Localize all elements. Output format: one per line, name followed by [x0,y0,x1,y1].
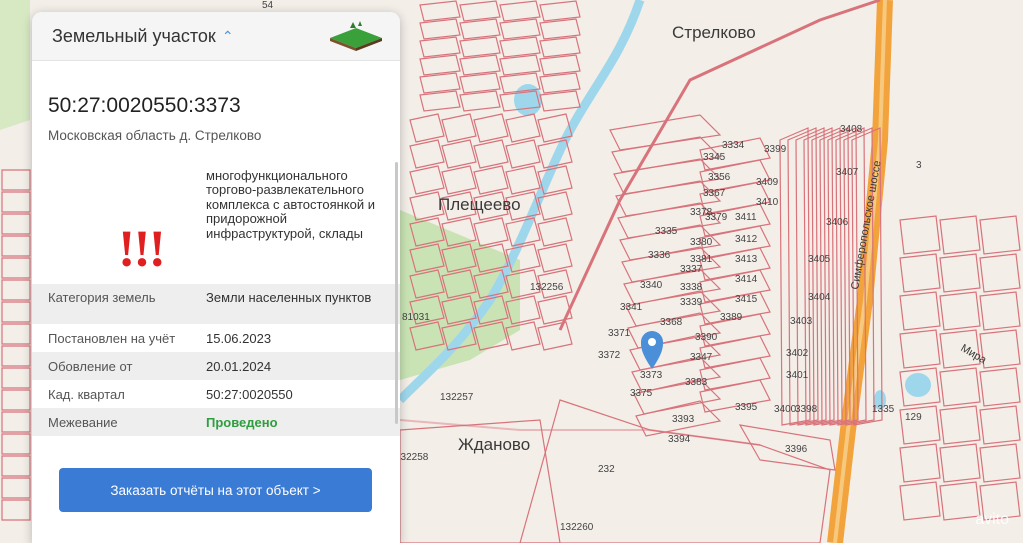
plot-number-label: 3410 [756,197,779,208]
plot-number-label: 132260 [560,522,594,533]
plot-number-label: 3393 [672,414,695,425]
info-label: Обовление от [48,358,133,374]
plot-number-label: 3 [916,160,922,171]
plot-number-label: 3396 [785,444,808,455]
chevron-up-icon[interactable]: ⌃ [222,28,234,45]
plot-number-label: 3408 [840,124,863,135]
plot-number-label: 3390 [695,332,718,343]
plot-number-label: 3338 [680,282,703,293]
plot-number-label: 132256 [530,282,564,293]
plot-number-label: 3404 [808,292,831,303]
plot-number-label: 129 [905,412,922,423]
info-row-registered: Постановлен на учёт 15.06.2023 [32,324,400,352]
info-row-updated: Обовление от 20.01.2024 [32,352,400,380]
info-value: Земли населенных пунктов [206,290,372,305]
plot-info-table: Категория земель Земли населенных пункто… [32,284,400,436]
info-label: Межевание [48,414,118,430]
place-label-pleshcheevo: Плещеево [438,195,521,214]
plot-number-label: 3398 [795,404,818,415]
plot-number-label: 3347 [690,352,713,363]
plot-number-label: 3403 [790,316,813,327]
place-label-strelkovo: Стрелково [672,23,756,42]
plot-number-label: 3373 [640,370,663,381]
land-plot-icon [330,21,382,51]
plot-number-label: 3412 [735,234,758,245]
exclamation-marks: !!! [118,221,166,278]
plot-number-label: 3335 [655,226,678,237]
plot-number-label: 3334 [722,140,745,151]
plot-address: Московская область д. Стрелково [48,128,262,143]
permitted-use: многофункционального торгово-развлекател… [206,168,375,241]
plot-number-label: 3406 [826,217,849,228]
plot-number-label: 3375 [630,388,653,399]
plot-number-label: 3389 [720,312,743,323]
order-reports-button[interactable]: Заказать отчёты на этот объект > [59,468,372,512]
watermark: avito [975,511,1009,528]
park-area [0,0,30,130]
plot-number-label: 3395 [735,402,758,413]
info-row-category: Категория земель Земли населенных пункто… [32,284,400,324]
info-value: 15.06.2023 [206,330,272,346]
plot-number-label: 3409 [756,177,779,188]
plot-number-label: 3407 [836,167,859,178]
plot-number-label: 3341 [620,302,643,313]
plot-number-label: 3345 [703,152,726,163]
plot-number-label: 3380 [690,237,713,248]
plot-number-label: 3379 [705,212,728,223]
plot-number-label: 232 [598,464,615,475]
card-scrollbar[interactable] [395,162,398,424]
plot-number-label: 3400 [774,404,797,415]
plot-number-label: 3367 [703,188,726,199]
plot-number-label: 3336 [648,250,671,261]
plot-number-label: 3414 [735,274,758,285]
plot-number-label: 132257 [440,392,474,403]
plot-number-label: 3340 [640,280,663,291]
plot-number-label: 3415 [735,294,758,305]
plot-number-label: 3401 [786,370,809,381]
plot-number-label: 3356 [708,172,731,183]
place-label-zhdanovo: Жданово [458,435,530,454]
info-row-quarter: Кад. квартал 50:27:0020550 [32,380,400,408]
cadastral-number: 50:27:0020550:3373 [48,94,241,117]
plot-number-label: 3383 [685,377,708,388]
plot-number-label: 132258 [395,452,429,463]
info-row-survey: Межевание Проведено [32,408,400,436]
plot-number-label: 3371 [608,328,631,339]
plot-number-label: 3411 [735,212,757,223]
info-value: 50:27:0020550 [206,386,293,402]
pond [905,373,931,397]
survey-status: Проведено [206,414,278,430]
plot-number-label: 3413 [735,254,758,265]
plot-number-label: 3394 [668,434,691,445]
land-plot-card: Земельный участок ⌃ 50:27:0020550:3373 М… [32,12,400,543]
info-label: Категория земель [48,290,156,305]
info-label: Кад. квартал [48,386,125,402]
info-value: 20.01.2024 [206,358,272,374]
plot-number-label: 81031 [402,312,430,323]
card-header[interactable]: Земельный участок ⌃ [32,12,400,61]
plot-number-label: 3339 [680,297,703,308]
plot-number-label: 3372 [598,350,621,361]
plot-number-label: 3337 [680,264,703,275]
plot-number-label: 1335 [872,404,895,415]
plot-number-label: 3399 [764,144,787,155]
plot-number-label: 3402 [786,348,809,359]
card-title: Земельный участок [52,25,216,46]
plot-number-label: 3368 [660,317,683,328]
info-label: Постановлен на учёт [48,330,176,346]
plot-number-label: 3405 [808,254,831,265]
plot-number-label: 54 [262,0,274,11]
